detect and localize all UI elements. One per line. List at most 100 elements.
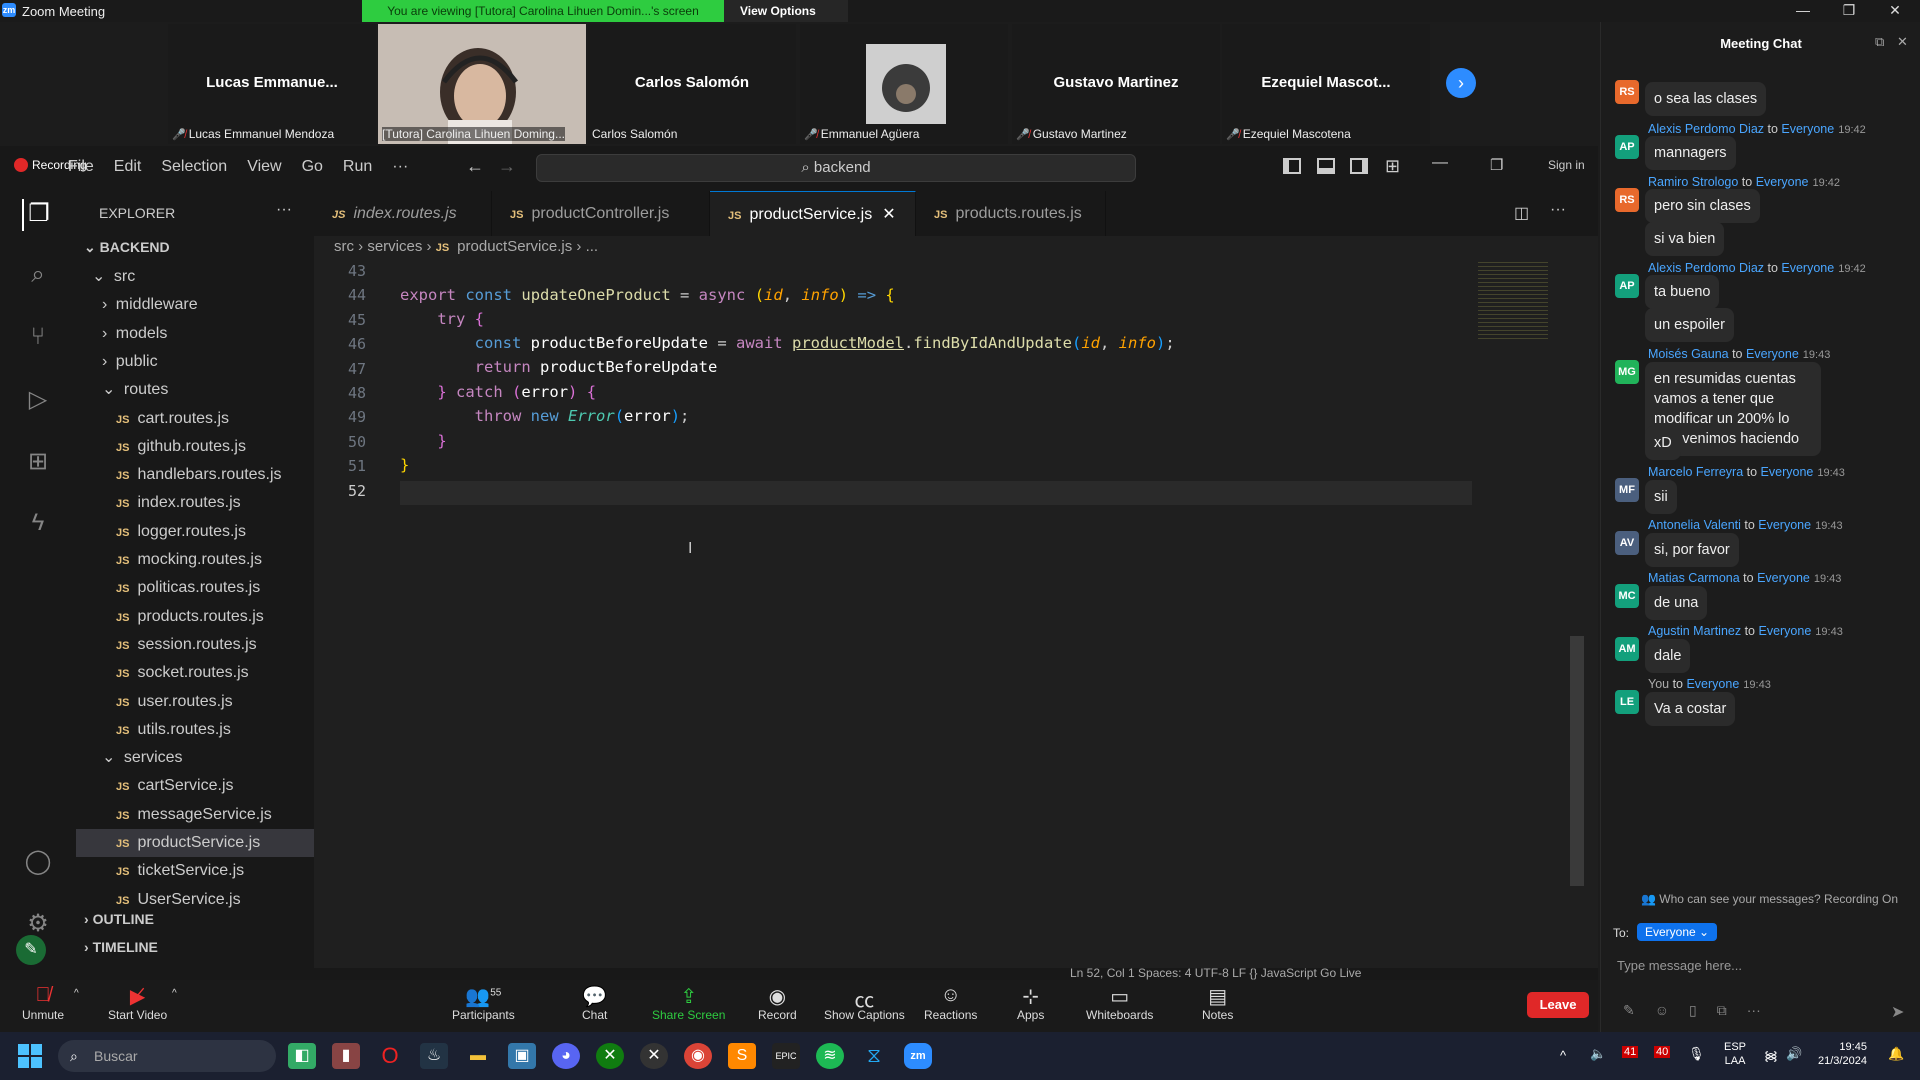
tree-item[interactable]: JS ticketService.js <box>76 857 314 885</box>
breadcrumb-src[interactable]: src <box>334 238 354 255</box>
next-participants-icon[interactable]: › <box>1446 68 1476 98</box>
tree-item[interactable]: › public <box>76 348 314 376</box>
message-bubble[interactable]: de una <box>1645 586 1708 620</box>
restore-icon[interactable]: ❐ <box>1826 2 1872 19</box>
tree-item[interactable]: JS products.routes.js <box>76 603 314 631</box>
tray-chevron-icon[interactable]: ^ <box>1560 1048 1566 1063</box>
recipient-name[interactable]: Everyone <box>1757 571 1810 585</box>
toggle-secondary-sidebar-icon[interactable] <box>1350 158 1368 174</box>
windows-start-icon[interactable] <box>18 1044 42 1068</box>
taskbar-search[interactable]: ⌕ Buscar <box>58 1040 276 1072</box>
unmute-button[interactable]: 🎙̸ Unmute <box>22 984 64 1022</box>
tree-item[interactable]: JS session.routes.js <box>76 631 314 659</box>
avatar[interactable]: AP <box>1615 274 1639 298</box>
toggle-panel-icon[interactable] <box>1317 158 1335 174</box>
split-editor-icon[interactable]: ◫ <box>1514 203 1529 223</box>
message-bubble[interactable]: o sea las clases <box>1645 82 1767 116</box>
menu-selection[interactable]: Selection <box>161 158 227 176</box>
chat-input[interactable]: Type message here... <box>1617 958 1907 973</box>
outline-section[interactable]: › OUTLINE <box>84 911 154 927</box>
avatar[interactable]: MG <box>1615 360 1639 384</box>
wifi-icon[interactable]: ᯼ <box>1764 1046 1778 1064</box>
tree-item[interactable]: JS productService.js <box>76 829 314 857</box>
menu-more[interactable]: ··· <box>392 158 408 176</box>
source-control-icon[interactable]: ⑂ <box>22 323 54 355</box>
tab-index-routes[interactable]: JS index.routes.js <box>314 191 492 236</box>
minimap[interactable] <box>1478 262 1548 342</box>
leave-button[interactable]: Leave <box>1527 992 1589 1018</box>
account-icon[interactable]: ◯ <box>22 847 54 879</box>
start-video-button[interactable]: ▶̸ Start Video <box>108 984 167 1022</box>
vscode-icon[interactable]: ⧖ <box>860 1043 888 1069</box>
notification-bell-icon[interactable]: 🔔 <box>1888 1046 1904 1062</box>
extensions-icon[interactable]: ⊞ <box>22 447 54 479</box>
tree-item[interactable]: JS UserService.js <box>76 886 314 914</box>
explorer-root[interactable]: ⌄ BACKEND <box>84 239 170 256</box>
participant-tile[interactable]: Gustavo Martinez 🎤̸ Gustavo Martinez <box>1012 24 1220 144</box>
sender-name[interactable]: Ramiro Strologo <box>1648 175 1738 189</box>
speaker-icon[interactable]: 🔈 <box>1590 1046 1606 1062</box>
recipient-name[interactable]: Everyone <box>1758 518 1811 532</box>
tab-product-service[interactable]: JS productService.js ✕ <box>710 191 916 236</box>
taskbar-app-icon[interactable]: ◧ <box>288 1043 316 1069</box>
recipient-name[interactable]: Everyone <box>1781 261 1834 275</box>
avatar[interactable]: AV <box>1615 531 1639 555</box>
sender-name[interactable]: Agustin Martinez <box>1648 624 1741 638</box>
customize-layout-icon[interactable]: ⊞ <box>1385 156 1400 177</box>
sender-name[interactable]: Antonelia Valenti <box>1648 518 1741 532</box>
breadcrumb-services[interactable]: services <box>367 238 422 255</box>
recipient-name[interactable]: Everyone <box>1746 347 1799 361</box>
tree-item[interactable]: JS messageService.js <box>76 801 314 829</box>
emoji-icon[interactable]: ☺ <box>1655 1002 1669 1019</box>
recipient-name[interactable]: Everyone <box>1758 624 1811 638</box>
sender-name[interactable]: Moisés Gauna <box>1648 347 1729 361</box>
tree-item[interactable]: JS socket.routes.js <box>76 659 314 687</box>
command-center-search[interactable]: ⌕ backend <box>536 154 1136 182</box>
message-bubble[interactable]: mannagers <box>1645 136 1736 170</box>
avatar[interactable]: RS <box>1615 188 1639 212</box>
message-bubble[interactable]: xD <box>1645 426 1681 460</box>
notes-button[interactable]: ▤ Notes <box>1202 984 1233 1022</box>
back-arrow-icon[interactable]: ← <box>466 156 484 177</box>
more-actions-icon[interactable]: ··· <box>276 201 292 219</box>
menu-file[interactable]: File <box>68 158 94 176</box>
format-icon[interactable]: ✎ <box>1623 1002 1635 1019</box>
spotify-icon[interactable]: ≋ <box>816 1043 844 1069</box>
menu-go[interactable]: Go <box>302 158 323 176</box>
message-bubble[interactable]: si, por favor <box>1645 533 1739 567</box>
send-icon[interactable]: ➤ <box>1891 1002 1904 1022</box>
whiteboards-button[interactable]: ▭ Whiteboards <box>1086 984 1153 1022</box>
view-options-button[interactable]: View Options ⌄ <box>724 0 848 40</box>
sender-name[interactable]: Alexis Perdomo Diaz <box>1648 122 1764 136</box>
menu-view[interactable]: View <box>247 158 281 176</box>
file-explorer-icon[interactable]: ▬ <box>464 1043 492 1069</box>
show-captions-button[interactable]: ㏄ Show Captions <box>824 984 905 1022</box>
explorer-icon[interactable]: ❐ <box>22 199 54 231</box>
privacy-note[interactable]: 👥 Who can see your messages? Recording O… <box>1641 892 1898 906</box>
more-icon[interactable]: ··· <box>1747 1002 1761 1019</box>
tab-products-routes[interactable]: JS products.routes.js <box>916 191 1106 236</box>
run-debug-icon[interactable]: ▷ <box>22 385 54 417</box>
photos-icon[interactable]: ▣ <box>508 1043 536 1069</box>
message-bubble[interactable]: sii <box>1645 480 1677 514</box>
chevron-up-icon[interactable]: ^ <box>74 988 79 999</box>
file-icon[interactable]: ▯ <box>1689 1002 1697 1019</box>
tree-item[interactable]: JS user.routes.js <box>76 688 314 716</box>
language-indicator[interactable]: ESP LAA <box>1724 1040 1746 1068</box>
sender-name[interactable]: Alexis Perdomo Diaz <box>1648 261 1764 275</box>
tree-item[interactable]: JS mocking.routes.js <box>76 546 314 574</box>
tree-item[interactable]: JS utils.routes.js <box>76 716 314 744</box>
lightning-icon[interactable]: ϟ <box>22 509 54 541</box>
sender-name[interactable]: Matias Carmona <box>1648 571 1740 585</box>
participants-button[interactable]: 👥55 Participants <box>452 984 515 1022</box>
editor-scrollbar[interactable] <box>1570 636 1584 886</box>
recipient-name[interactable]: Everyone <box>1756 175 1809 189</box>
recipient-name[interactable]: Everyone <box>1761 465 1814 479</box>
tray-badge[interactable]: 40 <box>1654 1046 1671 1058</box>
discord-icon[interactable]: ◕ <box>552 1043 580 1069</box>
participant-tile[interactable]: Lucas Emmanue... 🎤̸ Lucas Emmanuel Mendoz… <box>168 24 376 144</box>
sublime-icon[interactable]: S <box>728 1043 756 1069</box>
editor-more-icon[interactable]: ··· <box>1550 201 1566 219</box>
chat-button[interactable]: 💬 Chat <box>582 984 607 1022</box>
timeline-section[interactable]: › TIMELINE <box>84 939 158 955</box>
